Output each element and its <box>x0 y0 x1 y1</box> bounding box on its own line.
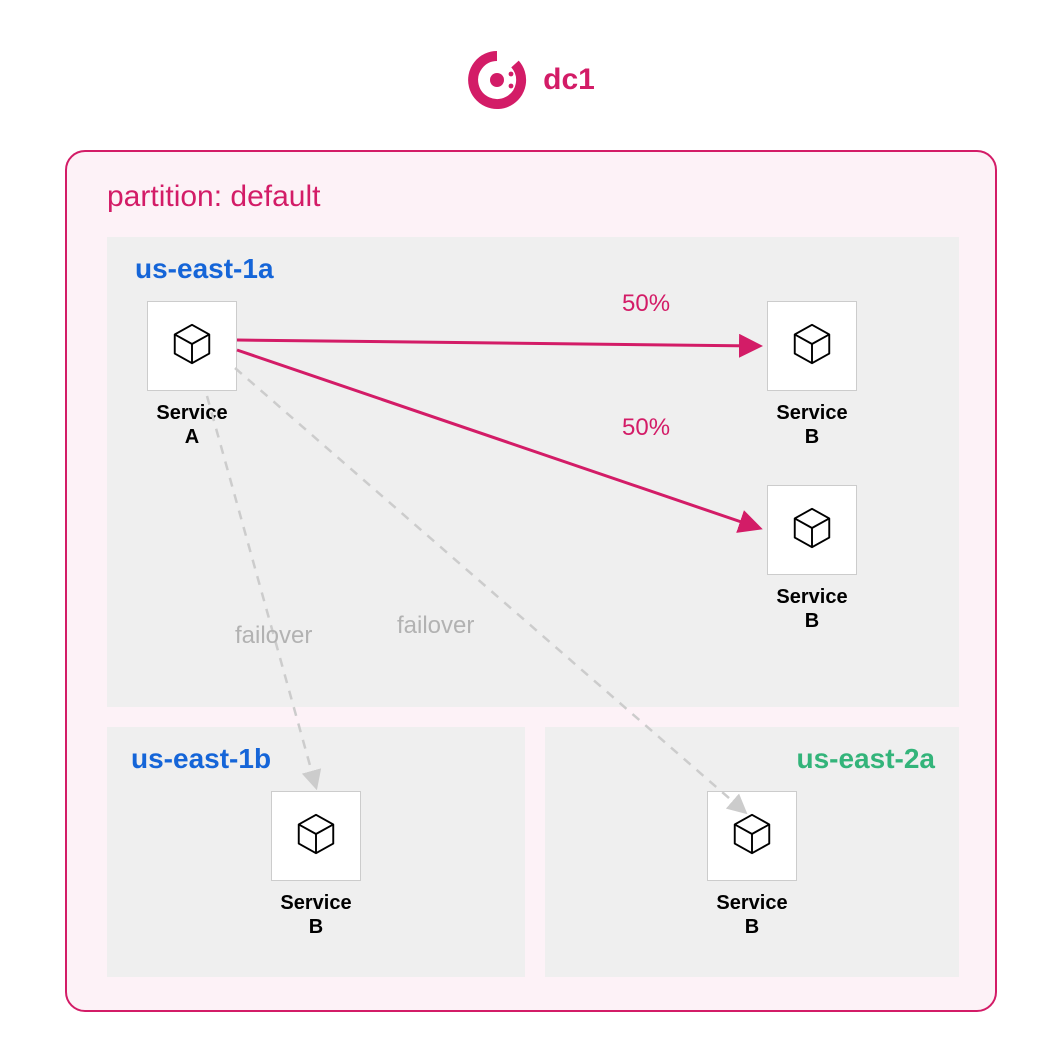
service-box <box>767 485 857 575</box>
zone-label: us-east-1a <box>135 253 274 285</box>
zone-us-east-1a: us-east-1a Service A <box>107 237 959 707</box>
service-label: Service B <box>271 891 361 939</box>
cube-icon <box>789 321 835 372</box>
zone-us-east-1b: us-east-1b Service B <box>107 727 525 977</box>
service-b-zone-2a: Service B <box>707 791 797 939</box>
cube-icon <box>293 811 339 862</box>
partition-container: partition: default us-east-1a Service A <box>65 150 997 1012</box>
service-box <box>271 791 361 881</box>
cube-icon <box>789 505 835 556</box>
service-b-instance-2: Service B <box>767 485 857 633</box>
service-label: Service A <box>147 401 237 449</box>
service-label: Service B <box>707 891 797 939</box>
zone-label: us-east-1b <box>131 743 271 775</box>
service-box <box>707 791 797 881</box>
datacenter-label: dc1 <box>543 63 595 97</box>
cube-icon <box>169 321 215 372</box>
service-label: Service B <box>767 401 857 449</box>
service-box <box>767 301 857 391</box>
datacenter-header: dc1 <box>0 50 1062 110</box>
cube-icon <box>729 811 775 862</box>
zone-us-east-2a: us-east-2a Service B <box>545 727 959 977</box>
zone-label: us-east-2a <box>796 743 935 775</box>
service-box <box>147 301 237 391</box>
partition-label: partition: default <box>107 180 320 214</box>
consul-logo-icon <box>467 50 527 110</box>
service-a: Service A <box>147 301 237 449</box>
service-label: Service B <box>767 585 857 633</box>
service-b-zone-1b: Service B <box>271 791 361 939</box>
service-b-instance-1: Service B <box>767 301 857 449</box>
